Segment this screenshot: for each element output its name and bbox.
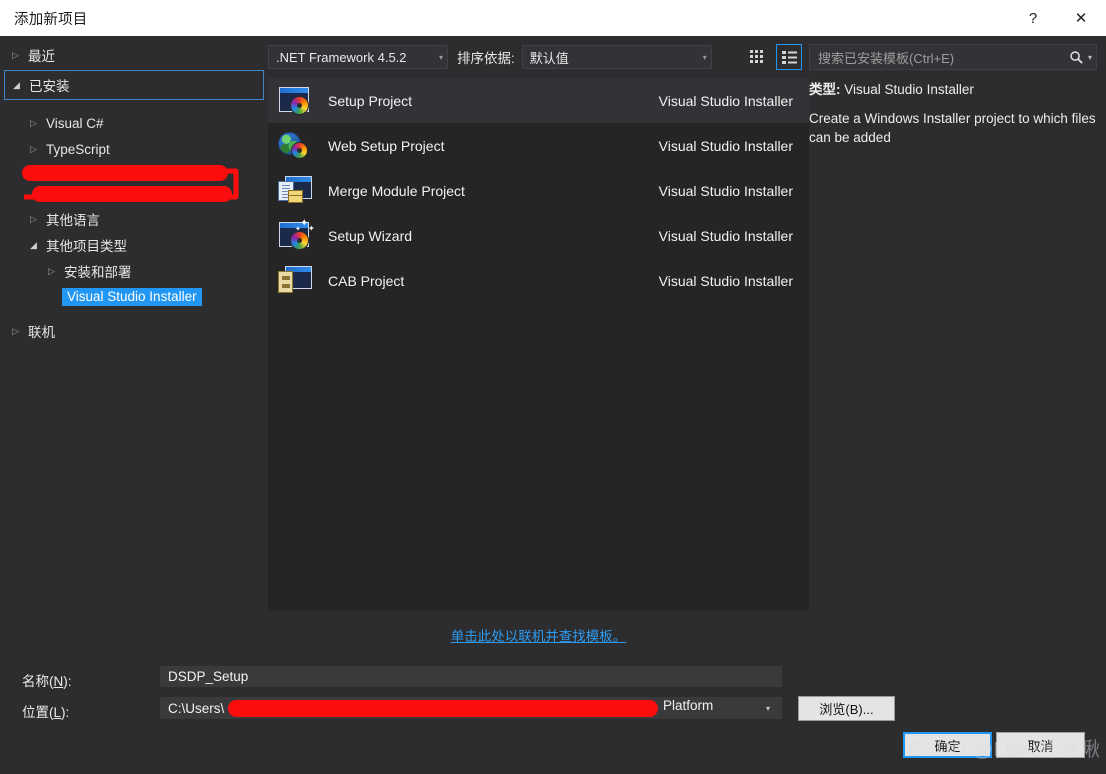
sort-by-label: 排序依据: xyxy=(457,51,515,66)
setup-project-icon xyxy=(276,83,316,119)
template-details-panel: 类型: Visual Studio Installer Create a Win… xyxy=(809,78,1097,147)
grid-view-button[interactable] xyxy=(744,44,770,70)
chevron-down-icon: ▾ xyxy=(702,52,707,62)
find-templates-online-link[interactable]: 单击此处以联机并查找模板。 xyxy=(268,625,809,645)
chevron-down-icon[interactable]: ▾ xyxy=(766,704,770,713)
search-controls: ▾ xyxy=(1069,50,1092,65)
sort-by-dropdown[interactable]: 默认值 ▾ xyxy=(521,45,712,69)
location-platform-value: Platform xyxy=(663,698,714,713)
template-name: Web Setup Project xyxy=(328,137,445,154)
template-source: Visual Studio Installer xyxy=(658,137,793,154)
name-field-label: 名称(N): xyxy=(22,674,72,689)
close-icon[interactable]: ✕ xyxy=(1056,0,1106,36)
template-name: Setup Wizard xyxy=(328,227,413,244)
chevron-right-icon: ▷ xyxy=(48,265,55,276)
ok-button[interactable]: 确定 xyxy=(903,732,992,758)
template-source: Visual Studio Installer xyxy=(658,272,793,289)
sidebar-item-label: Visual C# xyxy=(46,115,104,131)
sidebar-item-typescript[interactable]: ▷ TypeScript xyxy=(0,136,268,162)
sidebar-item-label: 联机 xyxy=(28,325,55,340)
title-bar: 添加新项目 ? ✕ xyxy=(0,0,1106,36)
view-mode-group xyxy=(744,44,802,70)
template-row-setup-project[interactable]: Setup Project Visual Studio Installer xyxy=(268,78,809,123)
add-new-project-dialog: 添加新项目 ? ✕ ▷ 最近 ◢ 已安装 ▷ Visual C# ▷ TypeS… xyxy=(0,0,1106,774)
sidebar-item-visual-studio-installer[interactable]: Visual Studio Installer xyxy=(0,284,268,310)
sidebar-item-setup-and-deployment[interactable]: ▷ 安装和部署 xyxy=(0,258,268,284)
template-row-web-setup-project[interactable]: Web Setup Project Visual Studio Installe… xyxy=(268,123,809,168)
web-setup-project-icon xyxy=(276,128,316,164)
sidebar-item-label: 安装和部署 xyxy=(64,265,132,280)
chevron-down-icon[interactable]: ▾ xyxy=(1088,53,1092,62)
name-input[interactable]: DSDP_Setup xyxy=(160,666,782,687)
sidebar-item-recent[interactable]: ▷ 最近 xyxy=(0,42,268,68)
template-type-line: 类型: Visual Studio Installer xyxy=(809,78,1097,98)
framework-version-dropdown[interactable]: .NET Framework 4.5.2 ▾ xyxy=(268,45,448,69)
template-source: Visual Studio Installer xyxy=(658,227,793,244)
template-name: CAB Project xyxy=(328,272,405,289)
sidebar-item-label: Visual Studio Installer xyxy=(62,288,202,306)
redaction-mark-location xyxy=(228,700,658,717)
template-source: Visual Studio Installer xyxy=(658,92,793,109)
chevron-right-icon: ▷ xyxy=(30,117,37,128)
browse-button[interactable]: 浏览(B)... xyxy=(798,696,895,721)
sidebar-item-visual-csharp[interactable]: ▷ Visual C# xyxy=(0,110,268,136)
sort-by-value: 默认值 xyxy=(529,50,569,66)
sidebar-item-label: 最近 xyxy=(28,49,55,64)
template-name: Merge Module Project xyxy=(328,182,465,199)
sidebar-item-label: 已安装 xyxy=(29,79,70,94)
template-row-setup-wizard[interactable]: ✦ ✦ ✦ Setup Wizard Visual Studio Install… xyxy=(268,213,809,258)
sidebar-item-label: TypeScript xyxy=(46,141,110,157)
sidebar-item-label: 其他语言 xyxy=(46,213,100,228)
redaction-mark-tree xyxy=(22,165,239,202)
grid-view-icon xyxy=(750,50,763,63)
template-type-label: 类型: xyxy=(809,82,841,97)
category-tree: ▷ 最近 ◢ 已安装 ▷ Visual C# ▷ TypeScript ▷ 其他… xyxy=(0,36,268,654)
location-field-label: 位置(L): xyxy=(22,705,70,720)
search-input[interactable]: 搜索已安装模板(Ctrl+E) ▾ xyxy=(809,44,1097,70)
search-icon[interactable] xyxy=(1069,50,1084,65)
chevron-right-icon: ▷ xyxy=(12,49,19,60)
list-view-icon xyxy=(781,50,797,64)
merge-module-project-icon xyxy=(276,173,316,209)
sidebar-item-other-project-types[interactable]: ◢ 其他项目类型 xyxy=(0,232,268,258)
template-toolbar: .NET Framework 4.5.2 ▾ 排序依据: 默认值 ▾ xyxy=(268,42,802,72)
template-row-merge-module-project[interactable]: Merge Module Project Visual Studio Insta… xyxy=(268,168,809,213)
sidebar-item-label: 其他项目类型 xyxy=(46,239,127,254)
template-name: Setup Project xyxy=(328,92,413,109)
chevron-down-icon: ◢ xyxy=(30,239,37,250)
window-controls: ? ✕ xyxy=(1010,0,1106,36)
template-description: Create a Windows Installer project to wh… xyxy=(809,111,1096,146)
page-title: 添加新项目 xyxy=(14,11,88,28)
chevron-right-icon: ▷ xyxy=(30,143,37,154)
cancel-button[interactable]: 取消 xyxy=(996,732,1085,758)
template-source: Visual Studio Installer xyxy=(658,182,793,199)
template-row-cab-project[interactable]: CAB Project Visual Studio Installer xyxy=(268,258,809,303)
setup-wizard-icon: ✦ ✦ ✦ xyxy=(276,218,316,254)
chevron-right-icon: ▷ xyxy=(30,213,37,224)
sidebar-item-online[interactable]: ▷ 联机 xyxy=(0,318,268,344)
search-placeholder: 搜索已安装模板(Ctrl+E) xyxy=(818,50,955,66)
sidebar-item-other-languages[interactable]: ▷ 其他语言 xyxy=(0,206,268,232)
sidebar-item-installed[interactable]: ◢ 已安装 xyxy=(4,70,264,100)
list-view-button[interactable] xyxy=(776,44,802,70)
chevron-down-icon: ◢ xyxy=(13,79,20,90)
template-list[interactable]: Setup Project Visual Studio Installer We… xyxy=(268,78,809,611)
chevron-right-icon: ▷ xyxy=(12,325,19,336)
framework-version-value: .NET Framework 4.5.2 xyxy=(276,49,407,65)
template-type-value: Visual Studio Installer xyxy=(844,82,974,97)
chevron-down-icon: ▾ xyxy=(438,52,443,62)
cab-project-icon xyxy=(276,263,316,299)
help-button[interactable]: ? xyxy=(1010,0,1056,36)
